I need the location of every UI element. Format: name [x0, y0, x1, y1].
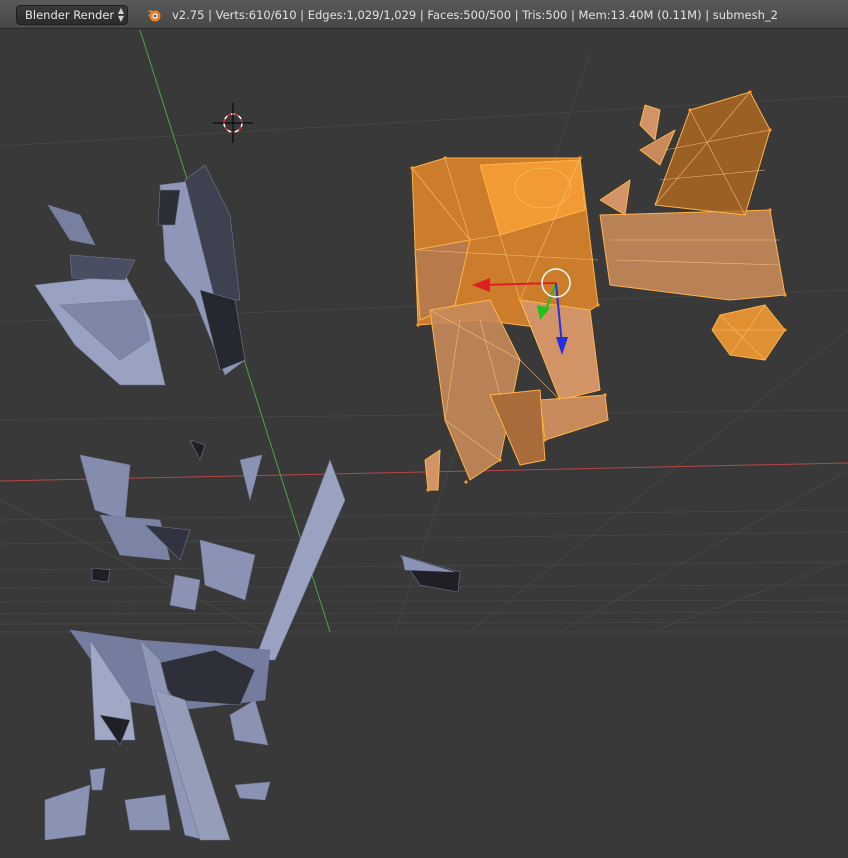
selected-mesh-submesh[interactable]: [411, 91, 786, 491]
render-engine-dropdown[interactable]: Blender Render ▲ ▼: [16, 5, 128, 25]
3d-viewport[interactable]: [0, 30, 848, 858]
render-engine-label: Blender Render: [25, 8, 115, 22]
3d-cursor-icon[interactable]: [213, 103, 253, 143]
blender-logo-icon[interactable]: [146, 7, 162, 23]
unselected-mesh-fragments[interactable]: [34, 164, 461, 841]
updown-arrow-icon: ▲ ▼: [117, 6, 124, 23]
scene-statistics: v2.75 | Verts:610/610 | Edges:1,029/1,02…: [172, 8, 778, 22]
info-header: Blender Render ▲ ▼ v2.75 | Verts:610/610 …: [0, 0, 848, 29]
